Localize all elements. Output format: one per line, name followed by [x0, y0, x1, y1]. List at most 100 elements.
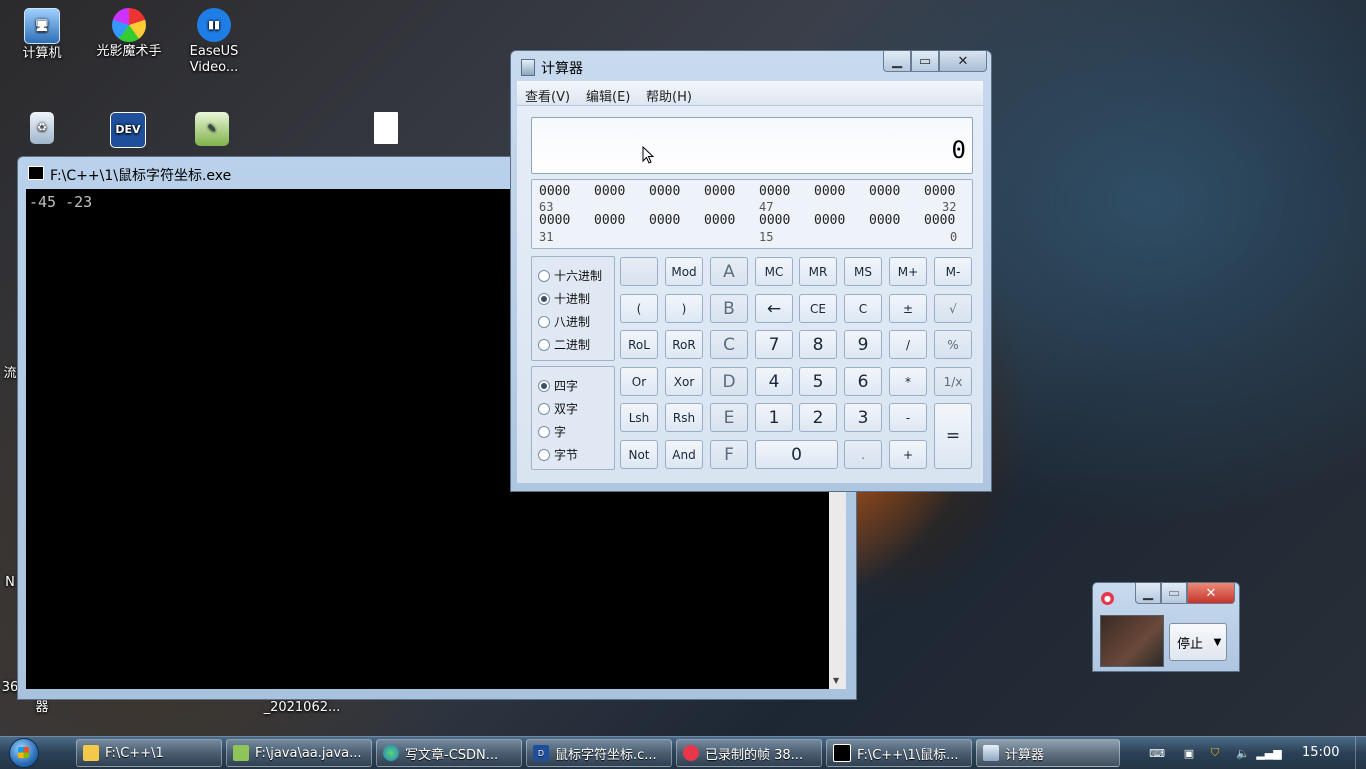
key-rsh[interactable]: Rsh	[665, 403, 703, 432]
desktop-icon-dev-cpp[interactable]: DEV	[96, 112, 160, 150]
key-ce[interactable]: CE	[799, 294, 837, 323]
key-3[interactable]: 3	[844, 403, 882, 432]
key-hex-b[interactable]: B	[710, 294, 748, 323]
taskbar-item-calculator[interactable]: 计算器	[976, 739, 1120, 767]
taskbar-item-notepad[interactable]: F:\java\aa.java...	[226, 739, 372, 767]
close-button[interactable]: ✕	[939, 51, 987, 72]
radio-qword[interactable]: 四字	[538, 377, 578, 394]
volume-icon[interactable]: 🔈	[1236, 746, 1250, 760]
notepad-icon: ✎	[195, 112, 229, 146]
show-desktop-button[interactable]	[1355, 737, 1366, 769]
key-hex-f[interactable]: F	[710, 440, 748, 469]
usb-device-icon[interactable]: ▣	[1182, 746, 1196, 760]
taskbar-item-edge[interactable]: 写文章-CSDN...	[376, 739, 522, 767]
key-negate[interactable]: ±	[889, 294, 927, 323]
menu-view[interactable]: 查看(V)	[525, 86, 570, 105]
key-ms[interactable]: MS	[844, 257, 882, 286]
maximize-button[interactable]: ▭	[1161, 583, 1187, 604]
key-lsh[interactable]: Lsh	[620, 403, 658, 432]
calculator-title: 计算器	[541, 61, 583, 77]
key-sqrt[interactable]: √	[934, 294, 972, 323]
signal-icon[interactable]: ▂▄▆	[1256, 746, 1281, 760]
key-add[interactable]: +	[889, 440, 927, 469]
bit-group: 0000	[869, 184, 901, 199]
taskbar-item-devcpp[interactable]: D 鼠标字符坐标.c...	[526, 739, 672, 767]
calculator-icon	[521, 59, 535, 76]
desktop-icon-computer[interactable]: 🖥 计算机	[10, 8, 74, 62]
calculator-menubar: 查看(V) 编辑(E) 帮助(H)	[517, 81, 983, 106]
minimize-button[interactable]: ▁	[1135, 583, 1161, 604]
key-mc[interactable]: MC	[755, 257, 793, 286]
close-button[interactable]: ✕	[1187, 583, 1235, 604]
key-reciprocal[interactable]: 1/x	[934, 367, 972, 396]
key-decimal[interactable]: .	[844, 440, 882, 469]
key-hex-e[interactable]: E	[710, 403, 748, 432]
bit-group: 0000	[649, 184, 681, 199]
key-close-paren[interactable]: )	[665, 294, 703, 323]
key-equals[interactable]: =	[934, 403, 972, 469]
key-mod[interactable]: Mod	[665, 257, 703, 286]
bit-group: 0000	[759, 184, 791, 199]
key-5[interactable]: 5	[799, 367, 837, 396]
key-hex-a[interactable]: A	[710, 257, 748, 286]
key-percent[interactable]: %	[934, 330, 972, 359]
key-m-plus[interactable]: M+	[889, 257, 927, 286]
key-ror[interactable]: RoR	[665, 330, 703, 359]
bit-position: 63	[539, 200, 554, 214]
key-4[interactable]: 4	[755, 367, 793, 396]
desktop-icon-photo-app[interactable]: 光影魔术手	[94, 8, 164, 60]
key-1[interactable]: 1	[755, 403, 793, 432]
radio-byte[interactable]: 字节	[538, 446, 578, 463]
desktop-icon-notepad[interactable]: ✎	[180, 112, 244, 148]
key-or[interactable]: Or	[620, 367, 658, 396]
recorder-window[interactable]: ● ▁ ▭ ✕ 停止 ▼	[1092, 582, 1240, 672]
stop-button[interactable]: 停止	[1169, 623, 1211, 661]
radio-hex[interactable]: 十六进制	[538, 267, 602, 284]
menu-edit[interactable]: 编辑(E)	[586, 86, 630, 105]
key-hex-c[interactable]: C	[710, 330, 748, 359]
key-not[interactable]: Not	[620, 440, 658, 469]
key-6[interactable]: 6	[844, 367, 882, 396]
key-7[interactable]: 7	[755, 330, 793, 359]
key-backspace[interactable]: ←	[755, 294, 793, 323]
key-8[interactable]: 8	[799, 330, 837, 359]
desktop-icon-easeus[interactable]: ▮▮ EaseUS Video...	[182, 8, 246, 76]
key-0[interactable]: 0	[755, 440, 838, 469]
key-hex-d[interactable]: D	[710, 367, 748, 396]
radio-bin[interactable]: 二进制	[538, 336, 590, 353]
radio-dec[interactable]: 十进制	[538, 290, 590, 307]
key-open-paren[interactable]: (	[620, 294, 658, 323]
key-xor[interactable]: Xor	[665, 367, 703, 396]
shield-icon[interactable]: ⛉	[1208, 746, 1222, 760]
key-blank[interactable]	[620, 257, 658, 286]
key-and[interactable]: And	[665, 440, 703, 469]
minimize-button[interactable]: ▁	[883, 51, 911, 72]
key-divide[interactable]: /	[889, 330, 927, 359]
maximize-button[interactable]: ▭	[911, 51, 939, 72]
taskbar-item-console[interactable]: F:\C++\1\鼠标...	[826, 739, 972, 767]
key-rol[interactable]: RoL	[620, 330, 658, 359]
key-m-minus[interactable]: M-	[934, 257, 972, 286]
scroll-down-icon[interactable]: ▼	[833, 676, 839, 685]
taskbar-item-folder[interactable]: F:\C++\1	[76, 739, 222, 767]
key-subtract[interactable]: -	[889, 403, 927, 432]
desktop-icon-label: 计算机	[22, 46, 62, 61]
clock[interactable]: 15:00	[1302, 745, 1339, 760]
radio-dword[interactable]: 双字	[538, 400, 578, 417]
calculator-window[interactable]: 计算器 ▁ ▭ ✕ 查看(V) 编辑(E) 帮助(H) 0 0000 0000 …	[510, 50, 992, 492]
start-button[interactable]	[2, 737, 46, 769]
key-multiply[interactable]: *	[889, 367, 927, 396]
key-9[interactable]: 9	[844, 330, 882, 359]
key-2[interactable]: 2	[799, 403, 837, 432]
key-mr[interactable]: MR	[799, 257, 837, 286]
desktop-icon-recycle-bin[interactable]: ♻	[10, 112, 74, 146]
keyboard-icon[interactable]: ⌨	[1149, 746, 1165, 760]
taskbar-item-recorder[interactable]: 已录制的帧 38...	[676, 739, 822, 767]
binary-bit-display: 0000 0000 0000 0000 0000 0000 0000 0000 …	[531, 179, 973, 249]
radio-word[interactable]: 字	[538, 423, 566, 440]
key-clear[interactable]: C	[844, 294, 882, 323]
desktop-icon-file[interactable]	[354, 112, 418, 146]
menu-help[interactable]: 帮助(H)	[646, 86, 692, 105]
stop-dropdown-button[interactable]: ▼	[1209, 623, 1227, 661]
radio-oct[interactable]: 八进制	[538, 313, 590, 330]
